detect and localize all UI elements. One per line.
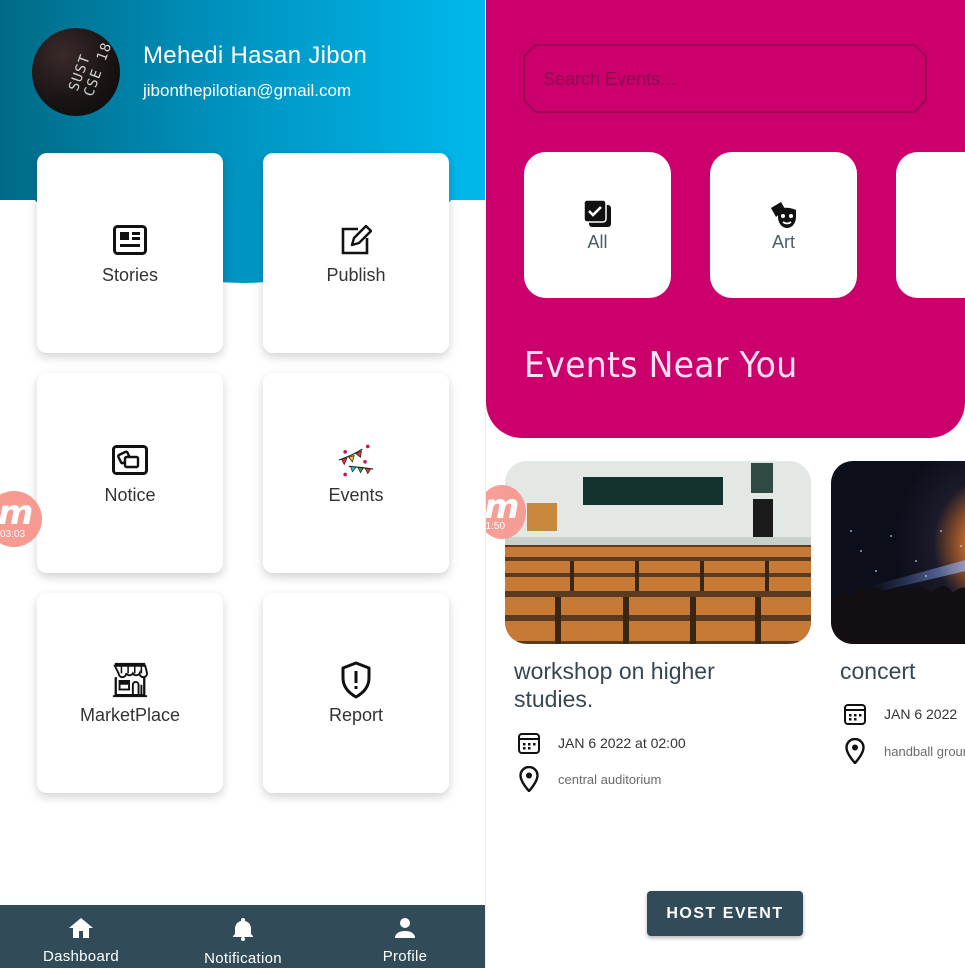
avatar[interactable]: SUST CSE 18: [32, 28, 120, 116]
event-location-row: handball ground: [842, 738, 965, 764]
event-location-row: central auditorium: [516, 766, 661, 792]
nav-label: Dashboard: [42, 948, 120, 965]
nav-label: Notification: [204, 950, 282, 967]
category-label: All: [587, 231, 608, 252]
storefront-icon: [111, 661, 149, 699]
menu-card-notice[interactable]: Notice: [37, 373, 223, 573]
check-stack-icon: [582, 198, 614, 230]
category-chip-sports[interactable]: Sports: [896, 152, 965, 298]
recorder-logo-icon: m: [0, 493, 34, 533]
bell-icon: [232, 917, 254, 946]
user-email: jibonthepilotian@gmail.com: [143, 81, 352, 100]
recorder-time: 01:50: [486, 521, 506, 532]
shield-alert-icon: [337, 661, 375, 699]
menu-card-label: Report: [328, 704, 384, 725]
category-chip-all[interactable]: All: [524, 152, 671, 298]
notice-board-icon: [111, 441, 149, 479]
party-bunting-icon: [337, 441, 375, 479]
avatar-text: SUST CSE 18: [66, 40, 116, 99]
event-image-concert[interactable]: [831, 461, 965, 644]
event-title[interactable]: concert: [840, 657, 965, 685]
user-name: Mehedi Hasan Jibon: [143, 42, 368, 69]
section-title: Events Near You: [524, 345, 798, 386]
menu-card-marketplace[interactable]: MarketPlace: [37, 593, 223, 793]
event-date-row: JAN 6 2022: [842, 701, 957, 727]
menu-card-label: Events: [328, 484, 384, 505]
theater-masks-icon: [768, 198, 800, 230]
event-date-row: JAN 6 2022 at 02:00: [516, 730, 686, 756]
newspaper-icon: [111, 221, 149, 259]
nav-item-notification[interactable]: Notification: [162, 905, 324, 968]
menu-card-events[interactable]: Events: [263, 373, 449, 573]
event-date: JAN 6 2022 at 02:00: [558, 735, 686, 751]
dashboard-screen: SUST CSE 18 Mehedi Hasan Jibon jibonthep…: [0, 0, 486, 968]
edit-icon: [337, 221, 375, 259]
nav-label: Profile: [382, 948, 428, 965]
search-input[interactable]: [543, 66, 903, 92]
screen-recorder-badge[interactable]: m 03:03: [0, 491, 42, 547]
location-pin-icon: [842, 738, 868, 764]
events-screen: All Art Sports Events Near You: [486, 0, 965, 968]
menu-card-label: Stories: [101, 264, 159, 285]
nav-item-profile[interactable]: Profile: [324, 905, 485, 968]
host-event-button[interactable]: HOST EVENT: [647, 891, 803, 936]
event-location: handball ground: [884, 743, 965, 759]
category-label: Art: [771, 231, 795, 252]
nav-item-dashboard[interactable]: Dashboard: [0, 905, 162, 968]
menu-card-label: Publish: [326, 264, 386, 285]
menu-card-report[interactable]: Report: [263, 593, 449, 793]
home-icon: [68, 917, 94, 944]
person-icon: [394, 917, 416, 944]
calendar-icon: [842, 701, 868, 727]
event-location: central auditorium: [558, 771, 662, 787]
calendar-icon: [516, 730, 542, 756]
event-title[interactable]: workshop on higher studies.: [514, 657, 774, 713]
event-date: JAN 6 2022: [884, 706, 958, 722]
event-image-workshop[interactable]: [505, 461, 811, 644]
menu-card-label: MarketPlace: [79, 704, 181, 725]
menu-card-label: Notice: [104, 484, 156, 505]
menu-card-stories[interactable]: Stories: [37, 153, 223, 353]
menu-card-publish[interactable]: Publish: [263, 153, 449, 353]
bottom-navigation: Dashboard Notification Profile: [0, 905, 485, 968]
category-chip-art[interactable]: Art: [710, 152, 857, 298]
recorder-time: 03:03: [0, 529, 26, 540]
location-pin-icon: [516, 766, 542, 792]
